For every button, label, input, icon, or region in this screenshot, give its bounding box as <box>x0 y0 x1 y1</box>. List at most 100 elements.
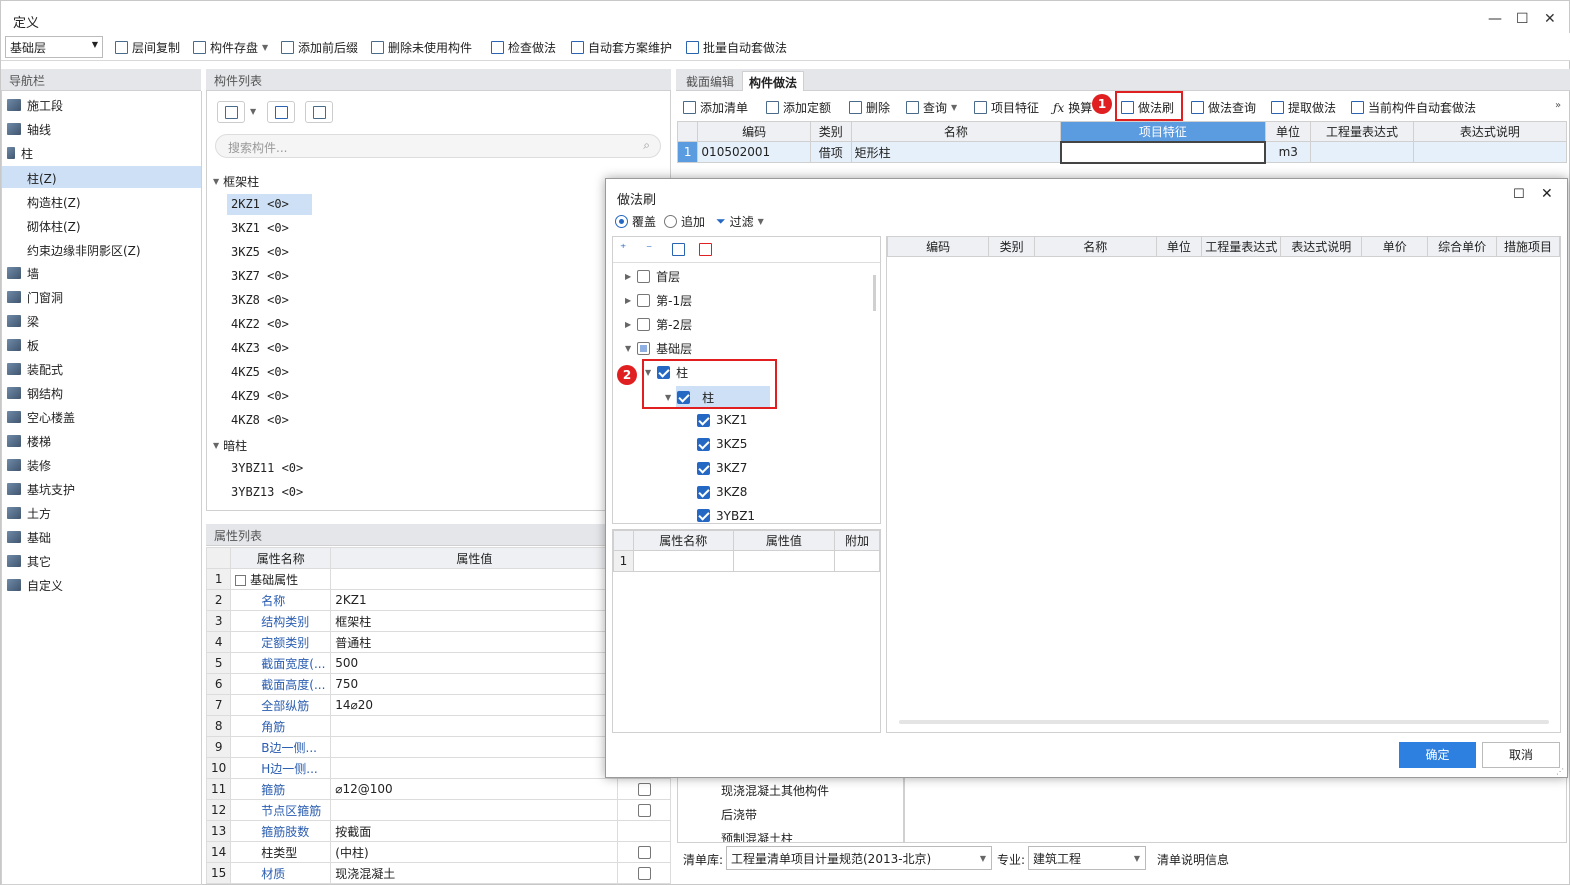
auto-apply-button[interactable]: 当前构件自动套做法 <box>1351 99 1476 116</box>
extra-checkbox[interactable] <box>637 867 651 880</box>
component-item[interactable]: 4KZ5 <0> <box>231 365 289 379</box>
prop-value[interactable]: ⌀12@100 <box>330 778 619 800</box>
collapse-box-icon[interactable] <box>235 574 247 586</box>
table-row[interactable]: 13 箍筋肢数 按截面 <box>205 820 671 842</box>
floor-select[interactable]: 基础层 ▼ <box>5 36 103 58</box>
delete-button[interactable]: 删除 <box>849 99 890 116</box>
component-item[interactable]: 4KZ9 <0> <box>231 389 289 403</box>
component-item[interactable]: 4KZ2 <0> <box>231 317 289 331</box>
dialog-close-icon[interactable]: ✕ <box>1541 186 1553 202</box>
prop-value[interactable]: 按截面 <box>330 820 619 842</box>
nav-item-beam[interactable]: 梁 <box>7 310 39 332</box>
table-row[interactable]: 12 节点区箍筋 <box>205 799 671 821</box>
tab-section-edit[interactable]: 截面编辑 <box>680 71 740 91</box>
extra-checkbox[interactable] <box>637 846 651 859</box>
append-radio[interactable]: 追加 <box>664 213 705 230</box>
nav-subitem-column-z[interactable]: 柱(Z) <box>27 170 57 187</box>
add-quota-button[interactable]: 添加定额 <box>766 99 831 116</box>
auto-scheme-button[interactable]: 自动套方案维护 <box>571 39 672 56</box>
extra-checkbox[interactable] <box>637 783 651 796</box>
tree-node-first-floor[interactable]: ▶ 首层 <box>625 268 680 285</box>
nav-item-stair[interactable]: 楼梯 <box>7 430 51 452</box>
tree-node-foundation-floor[interactable]: ▼ 基础层 <box>625 340 692 357</box>
check-method-button[interactable]: 检查做法 <box>491 39 556 56</box>
table-row[interactable]: 9 B边一侧... <box>205 736 671 758</box>
prop-value-cell[interactable] <box>732 550 836 572</box>
table-row[interactable]: 5 截面宽度(... 500 <box>205 652 671 674</box>
table-row[interactable]: 7 全部纵筋 14⌀20 <box>205 694 671 716</box>
cell-code[interactable]: 010502001 <box>697 141 811 163</box>
delete-unused-button[interactable]: 删除未使用构件 <box>371 39 472 56</box>
prop-value[interactable] <box>330 715 619 737</box>
item-feature-button[interactable]: 项目特征 <box>974 99 1039 116</box>
new-component-button[interactable] <box>217 101 245 123</box>
table-row[interactable]: 15 材质 现浇混凝土 <box>205 862 671 884</box>
checkbox-checked[interactable] <box>697 437 710 451</box>
delete-component-button[interactable] <box>305 101 333 123</box>
extra-checkbox[interactable] <box>637 804 651 817</box>
specialty-select[interactable]: 建筑工程 ▼ <box>1028 846 1146 870</box>
nav-item-earthwork[interactable]: 土方 <box>7 502 51 524</box>
nav-item-construction-section[interactable]: 施工段 <box>7 94 63 116</box>
table-row[interactable]: 8 角筋 <box>205 715 671 737</box>
batch-auto-button[interactable]: 批量自动套做法 <box>686 39 787 56</box>
prop-name-cell[interactable] <box>632 550 734 572</box>
extract-method-button[interactable]: 提取做法 <box>1271 99 1336 116</box>
component-item[interactable]: 3KZ7 <0> <box>231 269 289 283</box>
component-search-input[interactable]: 搜索构件... ⌕ <box>215 134 661 158</box>
checkbox-checked[interactable] <box>697 461 710 475</box>
add-list-button[interactable]: 添加清单 <box>683 99 748 116</box>
component-item[interactable]: 2KZ1 <0> <box>231 197 289 211</box>
table-row[interactable]: 11 箍筋 ⌀12@100 <box>205 778 671 800</box>
table-row[interactable]: 3 结构类别 框架柱 <box>205 610 671 632</box>
component-item[interactable]: 4KZ8 <0> <box>231 413 289 427</box>
table-row[interactable]: 10 H边一侧... <box>205 757 671 779</box>
table-row[interactable]: 1 <box>613 550 880 572</box>
dialog-maximize-icon[interactable]: ☐ <box>1513 187 1525 202</box>
nav-item-slab[interactable]: 板 <box>7 334 39 356</box>
cell-expr-desc[interactable] <box>1412 141 1568 163</box>
cancel-button[interactable]: 取消 <box>1482 742 1560 768</box>
nav-item-column[interactable]: 柱 <box>7 142 33 164</box>
overwrite-radio[interactable]: 覆盖 <box>615 213 656 230</box>
nav-item-axis[interactable]: 轴线 <box>7 118 51 140</box>
resize-grip-icon[interactable]: ⋰ <box>1556 767 1564 776</box>
nav-item-hollow-floor[interactable]: 空心楼盖 <box>7 406 75 428</box>
cell-unit[interactable]: m3 <box>1264 141 1312 163</box>
nav-item-foundation[interactable]: 基础 <box>7 526 51 548</box>
tree-node-component[interactable]: 3KZ8 <box>697 485 747 499</box>
tree-node-component[interactable]: 3KZ1 <box>697 413 747 427</box>
table-row[interactable]: 14 柱类型 (中柱) <box>205 841 671 863</box>
cell-name[interactable]: 矩形柱 <box>850 141 1062 163</box>
nav-item-pit-support[interactable]: 基坑支护 <box>7 478 75 500</box>
nav-item-door-window[interactable]: 门窗洞 <box>7 286 63 308</box>
ok-button[interactable]: 确定 <box>1399 742 1476 768</box>
checkbox-checked[interactable] <box>697 509 710 522</box>
nav-subitem-constraint-edge[interactable]: 约束边缘非阴影区(Z) <box>27 242 141 259</box>
prop-value[interactable] <box>330 736 619 758</box>
component-item[interactable]: 3KZ1 <0> <box>231 221 289 235</box>
filter-button[interactable]: ⏷ 过滤 ▼ <box>716 213 764 230</box>
checkbox-checked[interactable] <box>697 413 710 427</box>
group-hidden-column[interactable]: ▼ 暗柱 <box>213 437 247 454</box>
nav-item-wall[interactable]: 墙 <box>7 262 39 284</box>
prop-value[interactable]: (中柱) <box>330 841 619 863</box>
nav-item-prefab[interactable]: 装配式 <box>7 358 63 380</box>
prop-value[interactable] <box>330 568 619 590</box>
minimize-icon[interactable]: — <box>1488 11 1502 27</box>
prop-value[interactable] <box>330 757 619 779</box>
prop-value[interactable]: 750 <box>330 673 619 695</box>
table-row[interactable]: 1 基础属性 <box>205 568 671 590</box>
query-button[interactable]: 查询 ▼ <box>906 99 957 116</box>
expand-all-icon[interactable]: ⁺ <box>620 241 626 255</box>
checkbox-checked[interactable] <box>697 485 710 499</box>
nav-item-decoration[interactable]: 装修 <box>7 454 51 476</box>
tab-component-method[interactable]: 构件做法 <box>742 71 805 91</box>
prop-value[interactable] <box>330 799 619 821</box>
table-row[interactable]: 4 定额类别 普通柱 <box>205 631 671 653</box>
tree-node-component[interactable]: 3KZ5 <box>697 437 747 451</box>
tree-node-basement-2[interactable]: ▶ 第-2层 <box>625 316 692 333</box>
maximize-icon[interactable]: ☐ <box>1516 11 1529 27</box>
nav-item-steel[interactable]: 钢结构 <box>7 382 63 404</box>
list-tree-item[interactable]: 后浇带 <box>721 806 757 823</box>
